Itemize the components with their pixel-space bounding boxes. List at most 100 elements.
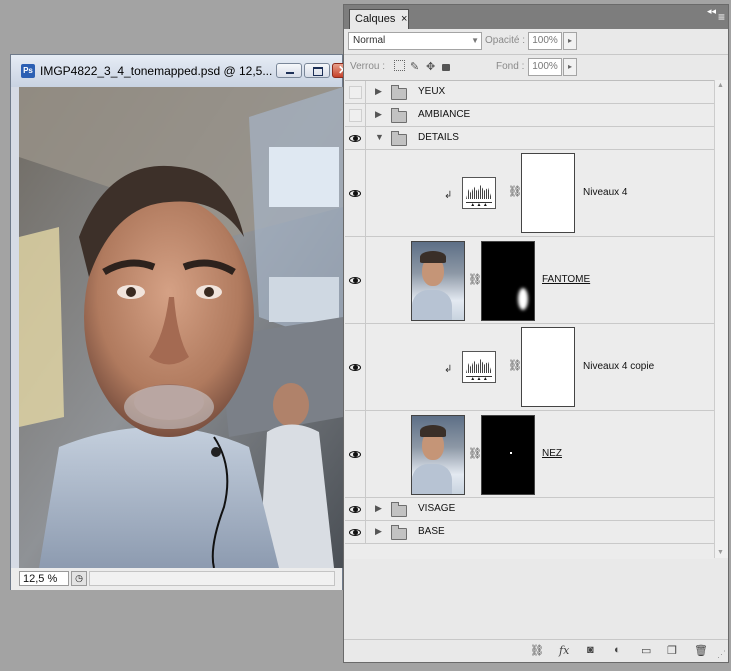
opacity-label: Opacité : xyxy=(485,35,526,46)
group-name: AMBIANCE xyxy=(418,109,471,120)
lock-all-icon[interactable] xyxy=(442,60,450,72)
layer-mask-thumbnail[interactable] xyxy=(481,415,535,495)
scroll-down-icon[interactable]: ▼ xyxy=(717,549,724,556)
zoom-field[interactable]: 12,5 % xyxy=(19,571,69,586)
panel-header: Calques × ◂◂ ≡ xyxy=(344,5,728,29)
horizontal-scrollbar[interactable] xyxy=(89,571,335,586)
layer-group-yeux[interactable]: ▶ YEUX xyxy=(345,81,714,104)
folder-icon xyxy=(391,502,407,517)
link-icon[interactable]: ⛓ xyxy=(508,359,522,372)
tab-label: Calques xyxy=(355,13,396,25)
group-name: VISAGE xyxy=(418,503,456,514)
layer-thumbnail[interactable] xyxy=(411,415,465,495)
layer-mask-thumbnail[interactable] xyxy=(481,241,535,321)
fx-icon[interactable]: fx xyxy=(559,644,569,657)
new-group-icon[interactable]: ▭ xyxy=(641,644,651,657)
folder-icon xyxy=(391,85,407,100)
collapse-icon[interactable]: ◂◂ xyxy=(707,6,716,17)
lock-transparency-icon[interactable] xyxy=(394,60,405,74)
image-canvas[interactable] xyxy=(19,87,343,568)
layer-thumbnail[interactable] xyxy=(411,241,465,321)
eye-icon xyxy=(349,274,362,287)
status-menu-button[interactable]: ◷ xyxy=(71,571,87,586)
blend-mode-value: Normal xyxy=(353,35,386,46)
eye-hidden-icon xyxy=(349,109,362,122)
fill-field[interactable]: 100% xyxy=(528,58,562,76)
resize-grip-icon[interactable]: ⋰ xyxy=(717,649,726,660)
divider xyxy=(344,54,728,55)
group-name: BASE xyxy=(418,526,445,537)
eye-icon xyxy=(349,526,362,539)
panel-footer: ⛓ fx ◙ ◐ ▭ ❐ 🗑 ⋰ xyxy=(344,639,728,662)
visibility-toggle[interactable] xyxy=(345,81,366,103)
chevron-down-icon: ▼ xyxy=(471,36,479,45)
fill-label: Fond : xyxy=(496,61,525,72)
add-mask-icon[interactable]: ◙ xyxy=(587,644,594,656)
layer-group-base[interactable]: ▶ BASE xyxy=(345,521,714,544)
folder-icon xyxy=(391,108,407,123)
layer-name: Niveaux 4 xyxy=(583,187,628,198)
expand-triangle-icon[interactable]: ▶ xyxy=(375,109,382,120)
layer-mask-thumbnail[interactable] xyxy=(521,153,575,233)
document-status-bar: 12,5 % ◷ xyxy=(11,568,342,590)
group-name: YEUX xyxy=(418,86,446,97)
eye-icon xyxy=(349,503,362,516)
tab-calques[interactable]: Calques × xyxy=(349,9,409,29)
photo-portrait xyxy=(19,87,343,568)
scroll-up-icon[interactable]: ▲ xyxy=(717,82,724,89)
layer-name: NEZ xyxy=(542,448,562,459)
layers-list: ▶ YEUX ▶ AMBIANCE ▼ DETAILS ↲ ▲ ▲ ▲ ⛓ Ni… xyxy=(345,80,714,559)
link-layers-icon[interactable]: ⛓ xyxy=(530,644,544,657)
visibility-toggle[interactable] xyxy=(345,498,366,520)
layer-group-details[interactable]: ▼ DETAILS xyxy=(345,127,714,150)
folder-icon xyxy=(391,131,407,146)
expand-triangle-icon[interactable]: ▶ xyxy=(375,526,382,537)
expand-triangle-icon[interactable]: ▶ xyxy=(375,503,382,514)
layer-mask-thumbnail[interactable] xyxy=(521,327,575,407)
eye-icon xyxy=(349,132,362,145)
blend-mode-select[interactable]: Normal ▼ xyxy=(348,32,482,50)
lock-paint-icon[interactable]: ✎ xyxy=(410,60,419,73)
visibility-toggle[interactable] xyxy=(345,104,366,126)
layer-nez[interactable]: ⛓ NEZ xyxy=(345,411,714,498)
link-icon[interactable]: ⛓ xyxy=(468,447,482,460)
layer-niveaux-4-copie[interactable]: ↲ ▲ ▲ ▲ ⛓ Niveaux 4 copie xyxy=(345,324,714,411)
visibility-toggle[interactable] xyxy=(345,521,366,543)
visibility-toggle[interactable] xyxy=(345,324,366,410)
new-layer-icon[interactable]: ❐ xyxy=(667,644,677,657)
visibility-toggle[interactable] xyxy=(345,411,366,497)
layer-group-ambiance[interactable]: ▶ AMBIANCE xyxy=(345,104,714,127)
layer-name: Niveaux 4 copie xyxy=(583,361,655,372)
link-icon[interactable]: ⛓ xyxy=(508,185,522,198)
document-window[interactable]: Ps IMGP4822_3_4_tonemapped.psd @ 12,5...… xyxy=(10,54,354,590)
layer-niveaux-4[interactable]: ↲ ▲ ▲ ▲ ⛓ Niveaux 4 xyxy=(345,150,714,237)
layers-panel: Calques × ◂◂ ≡ Normal ▼ Opacité : 100% ▸… xyxy=(343,4,729,663)
eye-icon xyxy=(349,361,362,374)
clipping-arrow-icon: ↲ xyxy=(444,364,453,375)
eye-icon xyxy=(349,187,362,200)
fill-slider-button[interactable]: ▸ xyxy=(563,58,577,76)
expand-triangle-icon[interactable]: ▶ xyxy=(375,86,382,97)
photoshop-doc-icon: Ps xyxy=(21,64,35,78)
group-name: DETAILS xyxy=(418,132,459,143)
trash-icon[interactable]: 🗑 xyxy=(694,644,708,657)
minimize-button[interactable] xyxy=(276,63,302,78)
layer-fantome[interactable]: ⛓ FANTOME xyxy=(345,237,714,324)
link-icon[interactable]: ⛓ xyxy=(468,273,482,286)
document-titlebar[interactable]: Ps IMGP4822_3_4_tonemapped.psd @ 12,5...… xyxy=(11,55,354,87)
visibility-toggle[interactable] xyxy=(345,237,366,323)
visibility-toggle[interactable] xyxy=(345,127,366,149)
panel-menu-icon[interactable]: ≡ xyxy=(718,10,725,24)
clipping-arrow-icon: ↲ xyxy=(444,190,453,201)
opacity-field[interactable]: 100% xyxy=(528,32,562,50)
visibility-toggle[interactable] xyxy=(345,150,366,236)
tab-close-icon[interactable]: × xyxy=(401,10,407,28)
eye-hidden-icon xyxy=(349,86,362,99)
adjustment-layer-icon[interactable]: ◐ xyxy=(614,644,621,656)
lock-position-icon[interactable]: ✥ xyxy=(426,60,435,73)
vertical-scrollbar[interactable]: ▲ ▼ xyxy=(714,80,728,558)
opacity-slider-button[interactable]: ▸ xyxy=(563,32,577,50)
layer-group-visage[interactable]: ▶ VISAGE xyxy=(345,498,714,521)
maximize-button[interactable] xyxy=(304,63,330,78)
collapse-triangle-icon[interactable]: ▼ xyxy=(375,132,384,142)
